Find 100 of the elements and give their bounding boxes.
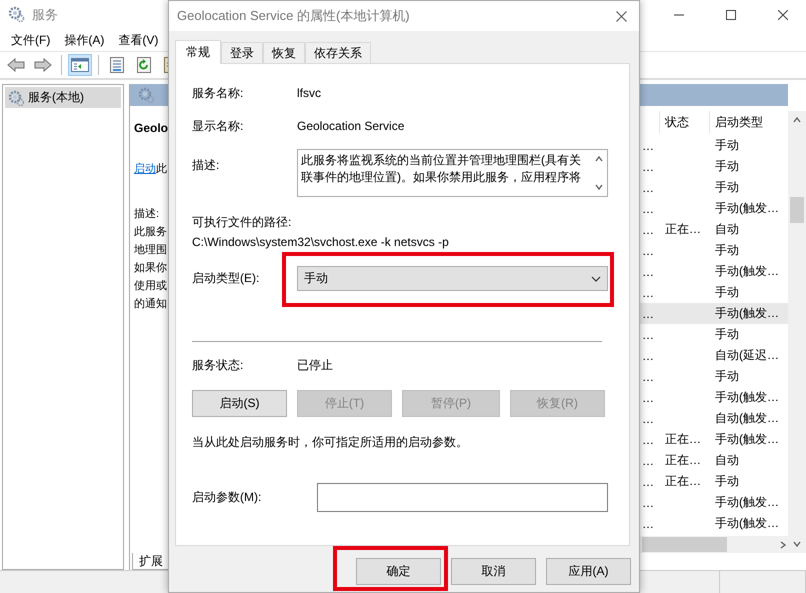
refresh-icon[interactable]	[134, 56, 154, 74]
field-label: 服务状态:	[192, 356, 244, 374]
service-heading: Geolo	[134, 121, 170, 137]
table-cell: …	[642, 348, 654, 362]
tree-item[interactable]: 服务(本地)	[5, 87, 121, 108]
menu-item[interactable]: 查看(V)	[111, 30, 166, 51]
description-text: 此服务	[134, 225, 168, 240]
table-cell-text: 手动(触发…	[714, 494, 780, 511]
table-cell: …	[642, 412, 654, 426]
table-cell-text: 手动(触发…	[714, 200, 780, 217]
field-label: 启动类型(E):	[192, 270, 260, 287]
dialog-title: Geolocation Service 的属性(本地计算机)	[177, 7, 411, 25]
close-icon[interactable]	[778, 10, 788, 20]
tab[interactable]: 扩展	[132, 553, 170, 570]
menu-item[interactable]: 操作(A)	[57, 30, 112, 51]
tab[interactable]: 恢复	[263, 42, 305, 63]
table-cell-text: 自动(触发…	[714, 410, 780, 427]
table-cell-text: 手动(触发…	[714, 515, 780, 532]
table-cell: …	[642, 180, 654, 194]
button[interactable]: 启动(S)	[192, 390, 287, 417]
table-cell-text: 手动	[714, 473, 740, 490]
table-cell-text: 正在…	[664, 473, 702, 490]
table-cell: …	[642, 390, 654, 404]
field-label: 描述:	[192, 157, 220, 174]
table-cell-text: 手动(触发…	[714, 389, 780, 406]
table-cell-text: 手动	[714, 368, 740, 385]
table-cell: …	[642, 516, 654, 530]
table-cell-text: 手动	[714, 284, 740, 301]
input-field[interactable]	[317, 483, 608, 512]
table-cell-text: 手动	[714, 179, 740, 196]
start-link[interactable]: 启动	[134, 163, 156, 175]
field-label: 服务名称:	[192, 84, 244, 102]
table-cell-text: 自动	[714, 221, 740, 238]
table-cell: …	[642, 432, 654, 446]
table-cell-text: 手动(触发…	[714, 305, 780, 322]
table-cell-text: 正在…	[664, 452, 702, 469]
field-value: Geolocation Service	[297, 119, 404, 133]
table-cell: …	[642, 328, 654, 342]
tab[interactable]: 常规	[175, 40, 221, 64]
description-text: 使用或	[134, 279, 168, 294]
table-cell: …	[642, 202, 654, 216]
scroll-down-icon[interactable]	[792, 539, 802, 549]
menu-item[interactable]: 文件(F)	[4, 30, 58, 51]
forward-arrow-icon[interactable]	[33, 56, 53, 74]
table-cell-text: 自动(延迟…	[714, 347, 780, 364]
description-text: 此服务将监视系统的当前位置并管理地理围栏(具有关	[301, 152, 582, 169]
scroll-down-icon[interactable]	[594, 182, 604, 192]
table-cell: …	[642, 454, 654, 468]
scroll-up-icon[interactable]	[594, 154, 604, 164]
field-value: 已停止	[297, 356, 333, 374]
scroll-right-icon[interactable]	[778, 540, 788, 550]
table-cell-text: 手动(触发…	[714, 263, 780, 280]
gear-icon	[8, 90, 24, 106]
table-cell: …	[642, 264, 654, 278]
table-cell: …	[642, 286, 654, 300]
scrollbar-thumb[interactable]	[642, 537, 727, 552]
table-cell-text: 正在…	[664, 431, 702, 448]
maximize-icon[interactable]	[726, 10, 736, 20]
dropdown-caret-icon[interactable]	[591, 274, 601, 284]
table-cell-text: 手动	[714, 158, 740, 175]
table-cell: …	[642, 244, 654, 258]
table-cell-text: 正在…	[664, 221, 702, 238]
pane-icon[interactable]	[70, 56, 90, 74]
column-header[interactable]: 状态	[660, 111, 710, 133]
gear-icon	[8, 6, 26, 24]
field-value: lfsvc	[297, 86, 321, 100]
table-cell-text: 手动	[714, 242, 740, 259]
table-cell: …	[642, 138, 654, 152]
table-cell: …	[642, 370, 654, 384]
vertical-scrollbar[interactable]	[788, 111, 806, 553]
startup-type-dropdown[interactable]: 手动	[297, 266, 608, 291]
table-cell-text: 手动	[714, 137, 740, 154]
table-cell-text: 手动(触发…	[714, 431, 780, 448]
document-icon[interactable]	[107, 56, 127, 74]
description-text: 地理围	[134, 243, 168, 258]
field-value: C:\Windows\system32\svchost.exe -k netsvcs -p	[192, 235, 449, 249]
back-arrow-icon[interactable]	[6, 56, 26, 74]
link-text: 此	[156, 163, 167, 175]
description-text: 联事件的地理位置)。如果你禁用此服务，应用程序将	[301, 169, 582, 186]
close-icon[interactable]	[616, 10, 626, 22]
description-box[interactable]: 此服务将监视系统的当前位置并管理地理围栏(具有关 联事件的地理位置)。如果你禁用此服务，应用程序将	[297, 149, 608, 197]
button[interactable]: 取消	[451, 558, 536, 585]
tab[interactable]: 依存关系	[305, 42, 371, 63]
description-text: 如果你	[134, 261, 168, 276]
button[interactable]: 确定	[356, 558, 441, 585]
table-cell: …	[642, 474, 654, 488]
description-label: 描述:	[134, 207, 160, 222]
field-label: 启动参数(M):	[192, 489, 262, 506]
table-cell: …	[642, 496, 654, 510]
button[interactable]: 应用(A)	[546, 558, 631, 585]
field-label: 显示名称:	[192, 118, 244, 134]
table-cell: …	[642, 222, 654, 236]
gear-icon	[138, 87, 154, 103]
tab[interactable]: 登录	[221, 42, 263, 63]
hint-text: 当从此处启动服务时，你可指定所适用的启动参数。	[192, 434, 469, 450]
window-title: 服务	[32, 6, 58, 24]
scroll-up-icon[interactable]	[792, 115, 802, 125]
table-cell: …	[642, 306, 654, 320]
scrollbar-thumb[interactable]	[790, 197, 804, 223]
field-label: 可执行文件的路径:	[192, 214, 292, 230]
